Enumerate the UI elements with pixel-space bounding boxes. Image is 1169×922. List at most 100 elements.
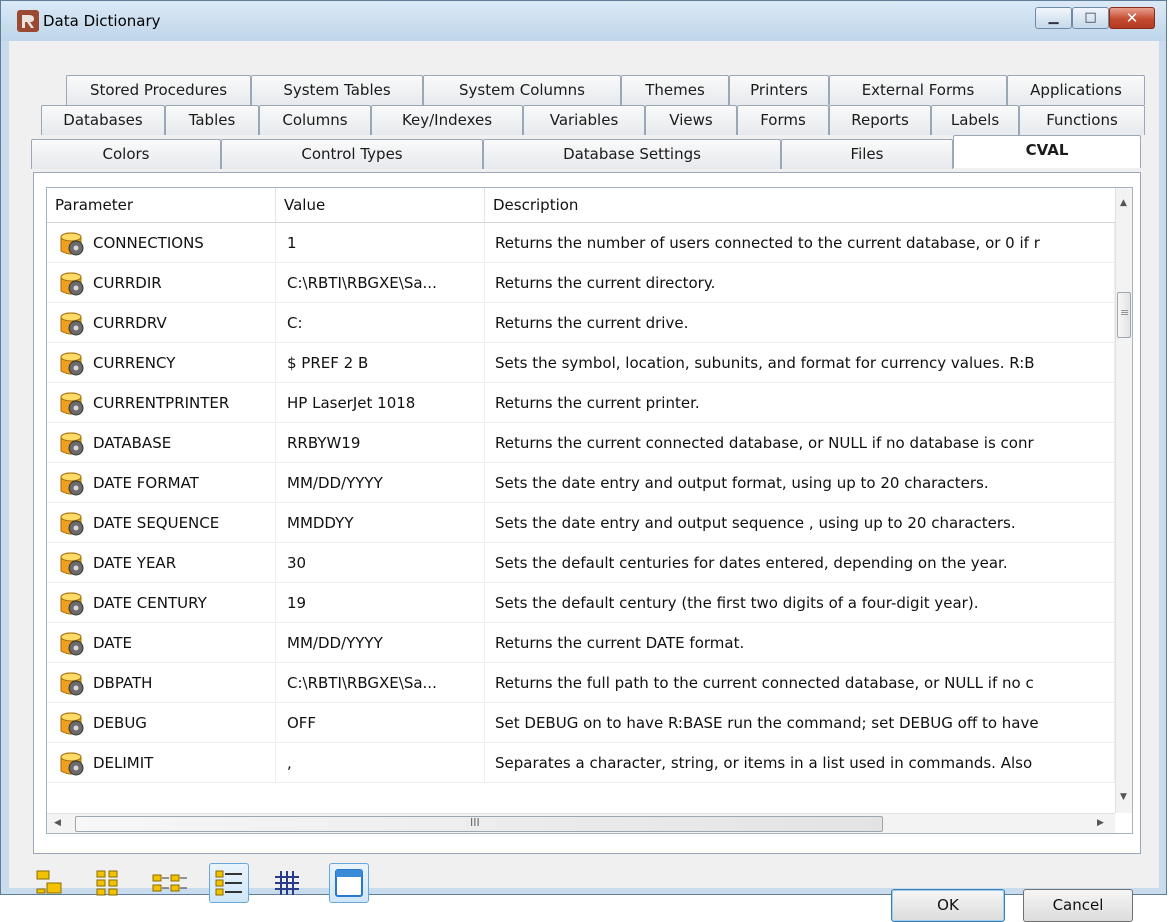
description-cell: Returns the current connected database, … xyxy=(485,423,1115,463)
cancel-button[interactable]: Cancel xyxy=(1023,889,1133,922)
ok-button[interactable]: OK xyxy=(891,889,1005,922)
details-icon[interactable] xyxy=(209,863,249,903)
table-row[interactable]: DATE CENTURY 19 Sets the default century (… xyxy=(47,583,1115,623)
tab-applications[interactable]: Applications xyxy=(1007,75,1145,105)
tab-views[interactable]: Views xyxy=(645,105,737,135)
parameter-cell: DATE FORMAT xyxy=(47,463,276,503)
column-header-parameter[interactable]: Parameter xyxy=(47,188,276,222)
close-button[interactable]: ✕ xyxy=(1109,7,1155,29)
minimize-button[interactable]: ▁ xyxy=(1035,7,1072,29)
scroll-down-icon[interactable]: ▼ xyxy=(1120,792,1127,802)
tab-themes[interactable]: Themes xyxy=(621,75,729,105)
tab-stored-procedures[interactable]: Stored Procedures xyxy=(66,75,251,105)
table-row[interactable]: CURRDRV C: Returns the current drive. xyxy=(47,303,1115,343)
tab-printers[interactable]: Printers xyxy=(729,75,829,105)
table-row[interactable]: DEBUG OFF Set DEBUG on to have R:BASE run … xyxy=(47,703,1115,743)
table-row[interactable]: CURRDIR C:\RBTI\RBGXE\Sa... Returns the cu… xyxy=(47,263,1115,303)
parameter-text: DBPATH xyxy=(93,674,153,692)
table-row[interactable]: DBPATH C:\RBTI\RBGXE\Sa... Returns the ful… xyxy=(47,663,1115,703)
table-row[interactable]: DATABASE RRBYW19 Returns the current conne… xyxy=(47,423,1115,463)
tab-system-columns[interactable]: System Columns xyxy=(423,75,621,105)
tab-cval[interactable]: CVAL xyxy=(953,135,1141,168)
vertical-scroll-thumb[interactable]: ≡ xyxy=(1117,292,1131,338)
scroll-up-icon[interactable]: ▲ xyxy=(1120,198,1127,208)
value-cell: 19 xyxy=(276,583,485,623)
description-cell: Sets the date entry and output sequence … xyxy=(485,503,1115,543)
value-cell: C: xyxy=(276,303,485,343)
database-setting-icon xyxy=(59,551,87,577)
value-cell: C:\RBTI\RBGXE\Sa... xyxy=(276,663,485,703)
table-row[interactable]: CURRENCY $ PREF 2 B Sets the symbol, locat… xyxy=(47,343,1115,383)
tab-forms[interactable]: Forms xyxy=(737,105,829,135)
table-row[interactable]: DATE FORMAT MM/DD/YYYY Sets the date entry… xyxy=(47,463,1115,503)
database-setting-icon xyxy=(59,351,87,377)
table-row[interactable]: DATE YEAR 30 Sets the default centuries fo… xyxy=(47,543,1115,583)
tab-databases[interactable]: Databases xyxy=(41,105,165,135)
small-icons-icon[interactable] xyxy=(89,863,129,903)
minimize-icon: ▁ xyxy=(1048,10,1059,25)
value-cell: 30 xyxy=(276,543,485,583)
database-setting-icon xyxy=(59,511,87,537)
parameter-cell: DATABASE xyxy=(47,423,276,463)
grid-icon[interactable] xyxy=(269,863,309,903)
title-bar: Data Dictionary ▁ □ ✕ xyxy=(1,1,1166,41)
description-cell: Returns the current directory. xyxy=(485,263,1115,303)
horizontal-scroll-thumb[interactable]: III xyxy=(75,816,883,832)
list-icon[interactable] xyxy=(149,863,189,903)
parameter-text: CURRENTPRINTER xyxy=(93,394,230,412)
tab-reports[interactable]: Reports xyxy=(829,105,931,135)
tab-system-tables[interactable]: System Tables xyxy=(251,75,423,105)
vertical-scrollbar[interactable]: ▲ ≡ ▼ xyxy=(1115,188,1132,813)
tab-functions[interactable]: Functions xyxy=(1019,105,1145,135)
table-header: Parameter Value Description xyxy=(47,188,1115,223)
parameter-cell: DELIMIT xyxy=(47,743,276,783)
tab-columns[interactable]: Columns xyxy=(259,105,371,135)
tab-external-forms[interactable]: External Forms xyxy=(829,75,1007,105)
value-cell: HP LaserJet 1018 xyxy=(276,383,485,423)
parameter-cell: DATE SEQUENCE xyxy=(47,503,276,543)
value-cell: , xyxy=(276,743,485,783)
parameter-text: DATE FORMAT xyxy=(93,474,199,492)
parameter-cell: DATE YEAR xyxy=(47,543,276,583)
value-cell: MM/DD/YYYY xyxy=(276,623,485,663)
tab-tables[interactable]: Tables xyxy=(165,105,259,135)
database-setting-icon xyxy=(59,431,87,457)
tab-control-types[interactable]: Control Types xyxy=(221,139,483,169)
large-icons-icon[interactable] xyxy=(31,863,71,903)
description-cell: Sets the symbol, location, subunits, and… xyxy=(485,343,1115,383)
table-row[interactable]: DATE MM/DD/YYYY Returns the current DATE f… xyxy=(47,623,1115,663)
parameter-text: DATABASE xyxy=(93,434,172,452)
maximize-button[interactable]: □ xyxy=(1072,7,1109,29)
description-cell: Returns the full path to the current con… xyxy=(485,663,1115,703)
description-cell: Set DEBUG on to have R:BASE run the comm… xyxy=(485,703,1115,743)
description-cell: Returns the current printer. xyxy=(485,383,1115,423)
table-row[interactable]: CONNECTIONS 1 Returns the number of users … xyxy=(47,223,1115,263)
form-icon[interactable] xyxy=(329,863,369,903)
database-setting-icon xyxy=(59,391,87,417)
horizontal-scrollbar[interactable]: ◀ III ▶ xyxy=(47,813,1115,833)
table-row[interactable]: CURRENTPRINTER HP LaserJet 1018 Returns th… xyxy=(47,383,1115,423)
table-row[interactable]: DELIMIT, Separates a character, string, o… xyxy=(47,743,1115,783)
cval-table[interactable]: Parameter Value Description CONNECTIONS 1… xyxy=(46,187,1133,834)
tab-files[interactable]: Files xyxy=(781,139,953,169)
database-setting-icon xyxy=(59,711,87,737)
tab-labels[interactable]: Labels xyxy=(931,105,1019,135)
column-header-value[interactable]: Value xyxy=(276,188,485,222)
database-setting-icon xyxy=(59,271,87,297)
value-cell: 1 xyxy=(276,223,485,263)
maximize-icon: □ xyxy=(1084,10,1097,25)
tab-colors[interactable]: Colors xyxy=(31,139,221,169)
description-cell: Returns the current DATE format. xyxy=(485,623,1115,663)
database-setting-icon xyxy=(59,631,87,657)
column-header-description[interactable]: Description xyxy=(485,188,1115,222)
tab-variables[interactable]: Variables xyxy=(523,105,645,135)
table-row[interactable]: DATE SEQUENCE MMDDYY Sets the date entry a… xyxy=(47,503,1115,543)
value-cell: MM/DD/YYYY xyxy=(276,463,485,503)
value-cell: C:\RBTI\RBGXE\Sa... xyxy=(276,263,485,303)
scroll-right-icon[interactable]: ▶ xyxy=(1097,818,1104,828)
tab-database-settings[interactable]: Database Settings xyxy=(483,139,781,169)
scroll-left-icon[interactable]: ◀ xyxy=(54,818,61,828)
tab-key-indexes[interactable]: Key/Indexes xyxy=(371,105,523,135)
description-cell: Separates a character, string, or items … xyxy=(485,743,1115,783)
value-cell: OFF xyxy=(276,703,485,743)
